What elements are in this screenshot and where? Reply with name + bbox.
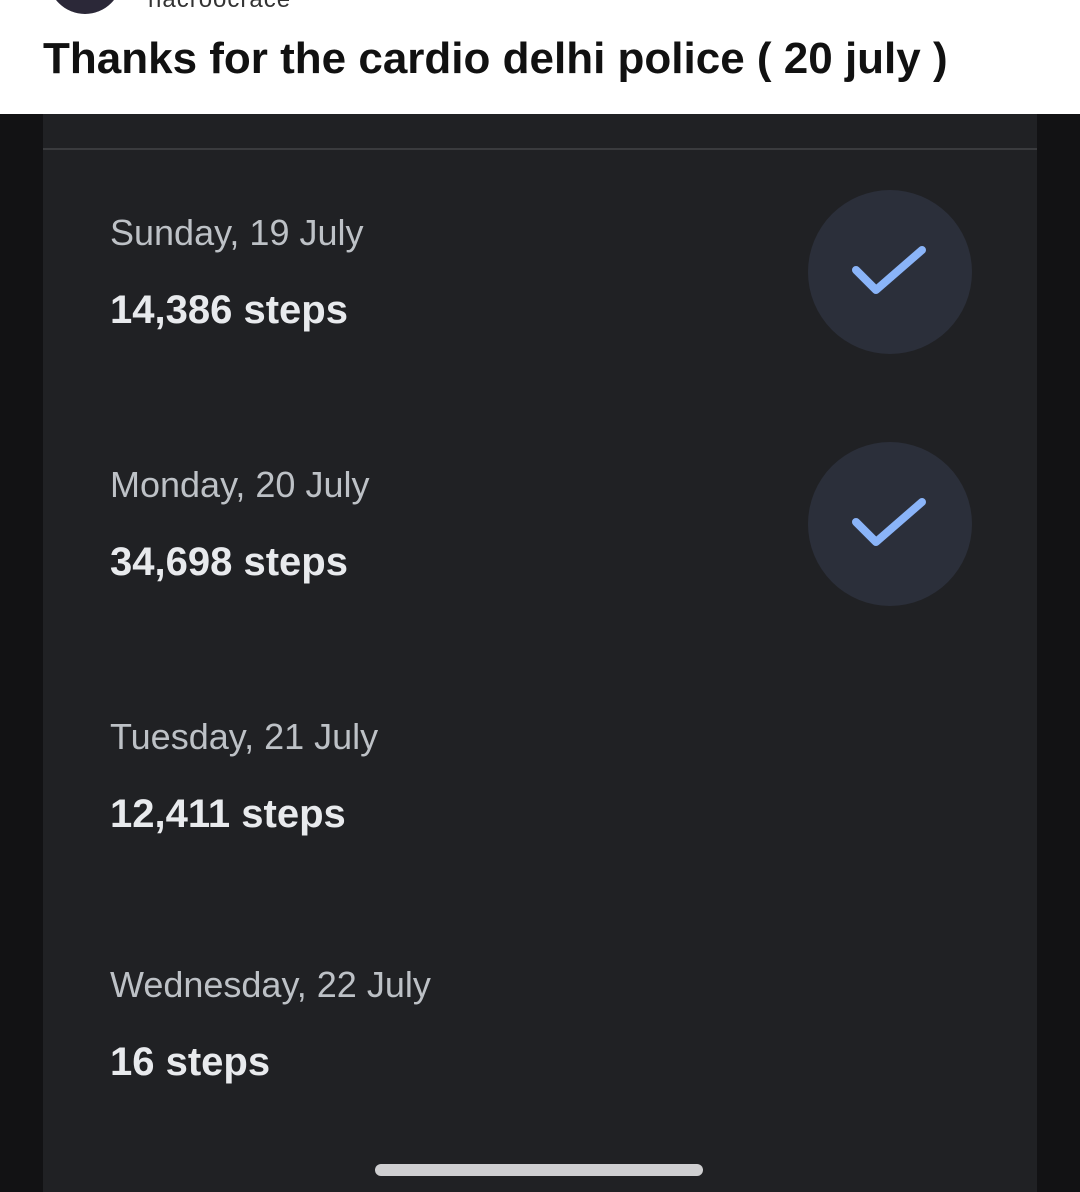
username[interactable]: nacroocrace	[148, 0, 291, 14]
post-caption: Thanks for the cardio delhi police ( 20 …	[43, 34, 948, 83]
home-indicator[interactable]	[375, 1164, 703, 1176]
step-history-screen: Sunday, 19 July 14,386 steps Monday, 20 …	[43, 114, 1037, 1192]
day-steps: 12,411 steps	[110, 792, 346, 836]
day-row-tuesday[interactable]: Tuesday, 21 July 12,411 steps	[43, 716, 1037, 916]
day-date: Monday, 20 July	[110, 464, 370, 505]
goal-met-badge	[808, 190, 972, 354]
goal-met-badge	[808, 442, 972, 606]
divider	[43, 148, 1037, 150]
day-steps: 16 steps	[110, 1040, 271, 1084]
day-date: Sunday, 19 July	[110, 212, 364, 253]
day-row-wednesday[interactable]: Wednesday, 22 July 16 steps	[43, 964, 1037, 1164]
avatar[interactable]	[48, 0, 122, 14]
checkmark-icon	[852, 498, 926, 546]
step-history-screenshot: Sunday, 19 July 14,386 steps Monday, 20 …	[0, 114, 1080, 1192]
day-steps: 34,698 steps	[110, 540, 348, 584]
day-row-sunday[interactable]: Sunday, 19 July 14,386 steps	[43, 190, 1037, 412]
day-date: Tuesday, 21 July	[110, 716, 379, 757]
day-date: Wednesday, 22 July	[110, 964, 431, 1005]
day-steps: 14,386 steps	[110, 288, 348, 332]
day-row-monday[interactable]: Monday, 20 July 34,698 steps	[43, 442, 1037, 664]
post-header: nacroocrace Thanks for the cardio delhi …	[0, 0, 1080, 114]
checkmark-icon	[852, 246, 926, 294]
